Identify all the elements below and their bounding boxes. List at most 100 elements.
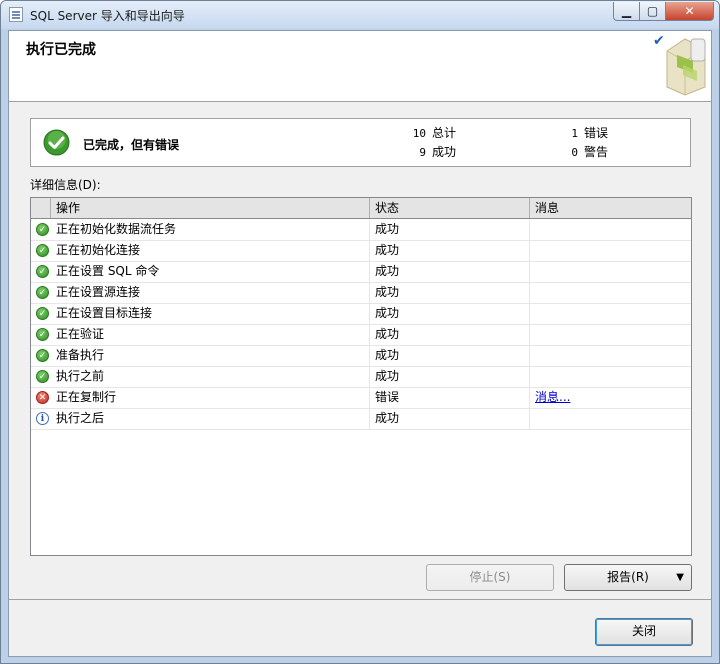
success-icon: ✓ xyxy=(36,307,49,320)
row-action: 正在初始化数据流任务 xyxy=(51,219,370,240)
dropdown-arrow-icon: ▼ xyxy=(676,572,684,583)
row-icon-cell: ✕ xyxy=(31,387,51,408)
row-icon-cell: ✓ xyxy=(31,219,51,240)
info-icon: i xyxy=(36,412,49,425)
success-icon: ✓ xyxy=(36,349,49,362)
row-icon-cell: ✓ xyxy=(31,282,51,303)
total-label: 总计 xyxy=(432,126,457,140)
total-count: 10 xyxy=(412,127,426,140)
row-message xyxy=(530,261,691,282)
row-action: 正在初始化连接 xyxy=(51,240,370,261)
row-status: 错误 xyxy=(370,387,530,408)
report-button[interactable]: 报告(R) ▼ xyxy=(564,564,692,591)
row-icon-cell: ✓ xyxy=(31,303,51,324)
column-header-message[interactable]: 消息 xyxy=(530,198,691,218)
row-message xyxy=(530,408,691,429)
row-message xyxy=(530,219,691,240)
success-check-icon xyxy=(43,129,70,156)
row-action: 正在设置 SQL 命令 xyxy=(51,261,370,282)
window-title: SQL Server 导入和导出向导 xyxy=(30,9,185,23)
row-message xyxy=(530,345,691,366)
row-status: 成功 xyxy=(370,324,530,345)
row-message xyxy=(530,240,691,261)
app-icon xyxy=(9,7,23,22)
column-header-status[interactable]: 状态 xyxy=(370,198,530,218)
row-icon-cell: i xyxy=(31,408,51,429)
row-icon-cell: ✓ xyxy=(31,345,51,366)
success-icon: ✓ xyxy=(36,370,49,383)
grid-header: 操作 状态 消息 xyxy=(31,198,691,219)
row-action: 正在设置目标连接 xyxy=(51,303,370,324)
row-status: 成功 xyxy=(370,303,530,324)
wizard-window: SQL Server 导入和导出向导 ▁ ▢ ✕ 执行已完成 ✔ 已完成，但有错… xyxy=(0,0,720,664)
success-icon: ✓ xyxy=(36,286,49,299)
report-button-label: 报告(R) xyxy=(607,570,649,584)
error-count: 1 xyxy=(571,127,578,140)
success-stat: 9 成功 xyxy=(406,143,456,160)
row-message xyxy=(530,324,691,345)
table-row[interactable]: ✓ 正在初始化数据流任务 成功 xyxy=(31,219,691,241)
message-link[interactable]: 消息... xyxy=(535,390,570,404)
row-message[interactable]: 消息... xyxy=(530,387,691,408)
row-message xyxy=(530,282,691,303)
row-status: 成功 xyxy=(370,240,530,261)
row-status: 成功 xyxy=(370,261,530,282)
row-action: 正在设置源连接 xyxy=(51,282,370,303)
title-bar[interactable]: SQL Server 导入和导出向导 ▁ ▢ ✕ xyxy=(1,1,719,29)
row-message xyxy=(530,366,691,387)
error-label: 错误 xyxy=(584,126,609,140)
wizard-logo-icon xyxy=(666,38,706,96)
error-stat: 1 错误 xyxy=(558,124,608,141)
row-action: 执行之后 xyxy=(51,408,370,429)
completion-status: 已完成，但有错误 xyxy=(83,138,180,152)
row-status: 成功 xyxy=(370,345,530,366)
warning-label: 警告 xyxy=(584,145,609,159)
row-icon-cell: ✓ xyxy=(31,366,51,387)
row-action: 准备执行 xyxy=(51,345,370,366)
row-icon-cell: ✓ xyxy=(31,240,51,261)
row-status: 成功 xyxy=(370,366,530,387)
table-row[interactable]: ✓ 正在设置 SQL 命令 成功 xyxy=(31,261,691,283)
success-icon: ✓ xyxy=(36,265,49,278)
success-icon: ✓ xyxy=(36,328,49,341)
row-status: 成功 xyxy=(370,219,530,240)
table-row[interactable]: i 执行之后 成功 xyxy=(31,408,691,430)
row-action: 执行之前 xyxy=(51,366,370,387)
row-action: 正在复制行 xyxy=(51,387,370,408)
row-status: 成功 xyxy=(370,282,530,303)
success-label: 成功 xyxy=(432,145,457,159)
details-grid[interactable]: 操作 状态 消息 ✓ 正在初始化数据流任务 成功 ✓ 正在初始化连接 成功 ✓ 正在设置 SQ… xyxy=(30,197,692,556)
header-icon-column xyxy=(31,198,51,218)
success-count: 9 xyxy=(419,146,426,159)
warning-stat: 0 警告 xyxy=(558,143,608,160)
close-button[interactable]: 关闭 xyxy=(595,618,693,646)
maximize-button[interactable]: ▢ xyxy=(640,2,666,21)
success-icon: ✓ xyxy=(36,244,49,257)
table-row[interactable]: ✓ 正在设置目标连接 成功 xyxy=(31,303,691,325)
wizard-header: 执行已完成 ✔ xyxy=(9,31,711,102)
table-row[interactable]: ✓ 正在设置源连接 成功 xyxy=(31,282,691,304)
row-icon-cell: ✓ xyxy=(31,324,51,345)
table-row[interactable]: ✕ 正在复制行 错误 消息... xyxy=(31,387,691,409)
page-title: 执行已完成 xyxy=(26,42,96,58)
stop-button[interactable]: 停止(S) xyxy=(426,564,554,591)
table-row[interactable]: ✓ 准备执行 成功 xyxy=(31,345,691,367)
warning-count: 0 xyxy=(571,146,578,159)
total-stat: 10 总计 xyxy=(406,124,456,141)
row-status: 成功 xyxy=(370,408,530,429)
row-icon-cell: ✓ xyxy=(31,261,51,282)
error-icon: ✕ xyxy=(36,391,49,404)
minimize-button[interactable]: ▁ xyxy=(613,2,640,21)
details-label: 详细信息(D): xyxy=(30,178,101,192)
table-row[interactable]: ✓ 正在初始化连接 成功 xyxy=(31,240,691,262)
row-message xyxy=(530,303,691,324)
footer-divider xyxy=(9,599,711,600)
success-icon: ✓ xyxy=(36,223,49,236)
close-window-button[interactable]: ✕ xyxy=(666,2,714,21)
column-header-action[interactable]: 操作 xyxy=(51,198,370,218)
summary-panel: 已完成，但有错误 10 总计 9 成功 1 错误 0 警告 xyxy=(30,118,691,167)
row-action: 正在验证 xyxy=(51,324,370,345)
table-row[interactable]: ✓ 执行之前 成功 xyxy=(31,366,691,388)
wizard-body: 执行已完成 ✔ 已完成，但有错误 10 总计 9 成功 1 错误 0 警告 详细… xyxy=(8,30,712,657)
table-row[interactable]: ✓ 正在验证 成功 xyxy=(31,324,691,346)
